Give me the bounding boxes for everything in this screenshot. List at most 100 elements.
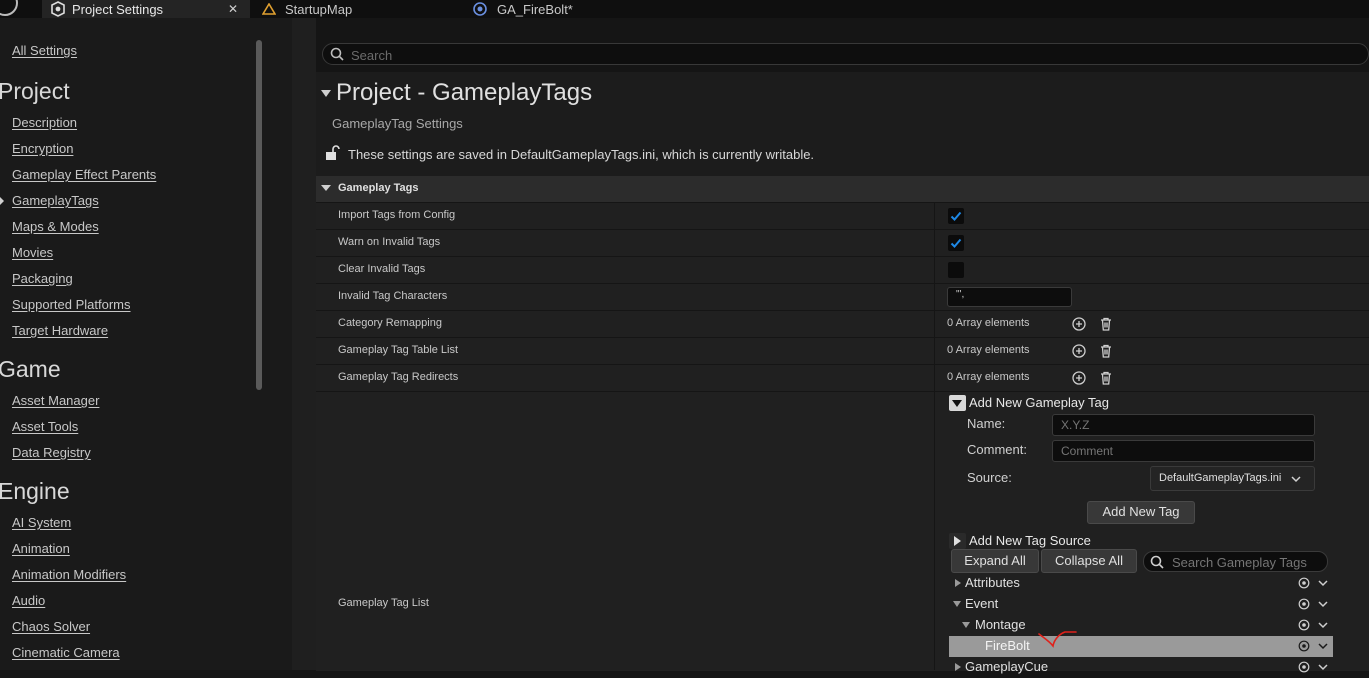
property-row: Invalid Tag Characters <box>316 283 1369 310</box>
chevron-down-icon[interactable] <box>1318 579 1328 587</box>
sidebar-item-asset-manager[interactable]: Asset Manager <box>12 393 99 408</box>
property-row: Gameplay Tag Table List <box>316 337 1369 364</box>
chevron-down-icon[interactable] <box>1318 621 1328 629</box>
add-element-icon[interactable] <box>1072 344 1086 358</box>
sidebar-item-gameplaytags[interactable]: GameplayTags <box>12 193 99 208</box>
property-label: Clear Invalid Tags <box>338 263 426 275</box>
unreal-logo-icon[interactable] <box>0 0 18 16</box>
sidebar-section-title: Engine <box>0 478 70 504</box>
property-label: Warn on Invalid Tags <box>338 236 441 248</box>
property-row: Clear Invalid Tags <box>316 256 1369 283</box>
sidebar-item-movies[interactable]: Movies <box>12 245 53 260</box>
tab-label: StartupMap <box>285 1 353 17</box>
import-tags-checkbox[interactable] <box>948 208 964 224</box>
tab-project-settings[interactable]: Project Settings ✕ <box>42 0 250 18</box>
tree-row[interactable]: GameplayCue <box>949 657 1333 678</box>
sidebar-item-audio[interactable]: Audio <box>12 593 45 608</box>
sidebar-item-cinematic-camera[interactable]: Cinematic Camera <box>12 645 120 660</box>
sidebar-item-animation-modifiers[interactable]: Animation Modifiers <box>12 567 126 582</box>
tag-options-icon[interactable] <box>1298 577 1310 589</box>
sidebar-item-ai-system[interactable]: AI System <box>12 515 71 530</box>
property-row: Import Tags from Config <box>316 202 1369 229</box>
trash-icon[interactable] <box>1099 344 1113 358</box>
name-label: Name: <box>967 416 1006 431</box>
tag-search-input[interactable] <box>1170 553 1324 571</box>
section-title: Gameplay Tags <box>338 182 419 194</box>
chevron-down-icon[interactable] <box>1318 600 1328 608</box>
expand-add-tag-toggle[interactable] <box>949 395 966 411</box>
warn-invalid-tags-checkbox[interactable] <box>948 235 964 251</box>
trash-icon[interactable] <box>1099 317 1113 331</box>
sidebar-scrollbar[interactable] <box>256 40 262 390</box>
sidebar-item-asset-tools[interactable]: Asset Tools <box>12 419 78 434</box>
tree-row[interactable]: Event <box>949 594 1333 615</box>
section-header-gameplay-tags[interactable]: Gameplay Tags <box>316 176 1369 202</box>
tree-row-selected[interactable]: FireBolt <box>949 631 1333 657</box>
column-splitter[interactable] <box>934 202 935 670</box>
sidebar-item-target-hardware[interactable]: Target Hardware <box>12 323 108 338</box>
tag-search-box[interactable] <box>1143 551 1328 572</box>
unlock-icon <box>326 145 340 160</box>
tag-comment-input[interactable] <box>1052 440 1315 462</box>
comment-label: Comment: <box>967 442 1027 457</box>
sidebar-all-settings[interactable]: All Settings <box>12 43 77 58</box>
settings-icon <box>51 1 65 17</box>
sidebar-splitter[interactable] <box>292 18 316 670</box>
collapse-all-button[interactable]: Collapse All <box>1041 549 1137 573</box>
add-element-icon[interactable] <box>1072 317 1086 331</box>
search-icon <box>330 47 344 61</box>
collapse-arrow-icon[interactable] <box>953 601 961 607</box>
sidebar-item-description[interactable]: Description <box>12 115 77 130</box>
collapse-arrow-icon[interactable] <box>321 90 331 97</box>
add-tag-header: Add New Gameplay Tag <box>969 395 1109 410</box>
sidebar-item-packaging[interactable]: Packaging <box>12 271 73 286</box>
sidebar-item-data-registry[interactable]: Data Registry <box>12 445 91 460</box>
property-row: Warn on Invalid Tags <box>316 229 1369 256</box>
search-input[interactable] <box>349 46 1253 64</box>
config-notice: These settings are saved in DefaultGamep… <box>348 147 815 162</box>
search-icon <box>1150 555 1164 569</box>
tag-options-icon[interactable] <box>1298 598 1310 610</box>
source-dropdown[interactable]: DefaultGameplayTags.ini <box>1150 466 1315 491</box>
source-dropdown-value: DefaultGameplayTags.ini <box>1159 472 1282 484</box>
sidebar-item-animation[interactable]: Animation <box>12 541 70 556</box>
expand-arrow-icon <box>954 536 961 546</box>
close-icon[interactable]: ✕ <box>228 2 238 16</box>
chevron-down-icon[interactable] <box>1318 642 1328 650</box>
active-item-marker-icon <box>0 197 4 205</box>
tag-label: Montage <box>975 617 1026 632</box>
tab-label: Project Settings <box>72 1 164 17</box>
sidebar-item-supported-platforms[interactable]: Supported Platforms <box>12 297 131 312</box>
add-element-icon[interactable] <box>1072 371 1086 385</box>
add-new-tag-button[interactable]: Add New Tag <box>1087 501 1195 524</box>
property-label: Invalid Tag Characters <box>338 290 448 302</box>
tag-options-icon[interactable] <box>1298 640 1310 652</box>
tab-startupmap[interactable]: StartupMap <box>262 0 352 18</box>
level-icon <box>262 3 276 15</box>
tag-label: FireBolt <box>985 638 1030 653</box>
search-box[interactable] <box>322 43 1369 65</box>
invalid-tag-characters-field[interactable]: "', <box>947 287 1072 307</box>
expand-add-source-toggle[interactable] <box>949 533 966 549</box>
sidebar-item-chaos-solver[interactable]: Chaos Solver <box>12 619 90 634</box>
sidebar-item-encryption[interactable]: Encryption <box>12 141 73 156</box>
tag-options-icon[interactable] <box>1298 661 1310 673</box>
collapse-arrow-icon[interactable] <box>962 622 970 628</box>
property-label: Gameplay Tag List <box>338 597 429 609</box>
expand-all-button[interactable]: Expand All <box>951 549 1039 573</box>
sidebar-item-maps-modes[interactable]: Maps & Modes <box>12 219 99 234</box>
sidebar-item-gameplay-effect-parents[interactable]: Gameplay Effect Parents <box>12 167 156 182</box>
tab-label: GA_FireBolt* <box>497 1 573 17</box>
array-count: 0 Array elements <box>947 344 1030 356</box>
property-label: Gameplay Tag Table List <box>338 344 459 356</box>
tag-options-icon[interactable] <box>1298 619 1310 631</box>
tree-row[interactable]: Attributes <box>949 573 1333 594</box>
tag-name-input[interactable] <box>1052 414 1315 436</box>
tab-bar: Project Settings ✕ StartupMap GA_FireBol… <box>0 0 1369 18</box>
tag-label: Event <box>965 596 999 611</box>
trash-icon[interactable] <box>1099 371 1113 385</box>
expand-arrow-icon[interactable] <box>955 579 961 587</box>
clear-invalid-tags-checkbox[interactable] <box>948 262 964 278</box>
tab-ga-firebolt[interactable]: GA_FireBolt* <box>473 0 573 18</box>
tree-row[interactable]: Montage <box>949 615 1333 636</box>
